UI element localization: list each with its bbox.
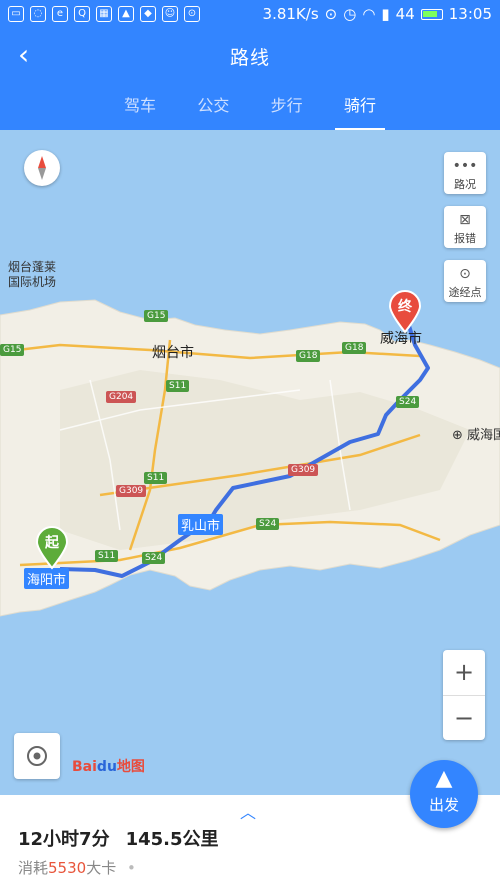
- chat-icon: ◌: [30, 6, 46, 22]
- yantai-label: 烟台市: [152, 345, 194, 361]
- road-label: S11: [166, 380, 190, 392]
- battery-icon: [420, 8, 443, 20]
- road-label: S11: [95, 550, 119, 562]
- calorie-prefix: 消耗: [18, 859, 49, 877]
- zoom-in-button[interactable]: +: [443, 650, 485, 696]
- waypoint-button[interactable]: ⊙ 途经点: [444, 260, 486, 302]
- road-label: S24: [142, 552, 166, 564]
- tab-walk[interactable]: 步行: [257, 92, 317, 126]
- alarm-icon: ◷: [343, 5, 357, 23]
- zoom-controls: + −: [443, 650, 485, 740]
- signal-strength: 44: [395, 5, 415, 23]
- wifi-icon: ◠: [362, 5, 376, 23]
- location-app-icon: ◆: [140, 6, 156, 22]
- baidu-map-logo: Baidu地图: [72, 756, 145, 776]
- calorie-suffix: 大卡: [86, 859, 117, 877]
- route-distance: 145.5公里: [125, 829, 219, 850]
- dot-separator: •: [127, 859, 136, 877]
- road-label: G309: [288, 464, 319, 476]
- grid-app-icon: ▦: [96, 6, 112, 22]
- road-label: G204: [106, 391, 137, 403]
- logo-du: du: [96, 759, 117, 775]
- end-marker-label: 终: [398, 299, 412, 315]
- road-label: S24: [256, 518, 280, 530]
- traffic-button[interactable]: ••• 路况: [444, 152, 486, 194]
- browser-icon: e: [52, 6, 68, 22]
- road-label: G15: [144, 310, 169, 322]
- calorie-info: 消耗5530大卡 •: [18, 857, 136, 878]
- report-label: 报错: [454, 232, 476, 245]
- depart-label: 出发: [428, 796, 459, 814]
- zoom-out-button[interactable]: −: [443, 696, 485, 741]
- road-label: G309: [116, 485, 147, 497]
- tab-drive[interactable]: 驾车: [110, 92, 170, 126]
- weihai-east-label: ⊕ 威海国: [452, 428, 500, 443]
- emoji-icon: ☺: [162, 6, 178, 22]
- notification-icons: ▭ ◌ e Q ▦ ▲ ◆ ☺ ⊙: [8, 6, 200, 22]
- message-icon: ▭: [8, 6, 24, 22]
- waypoint-label: 途经点: [448, 286, 482, 299]
- navigate-arrow-icon: ▲: [435, 766, 453, 791]
- chevron-up-icon[interactable]: ︿: [240, 799, 256, 823]
- airport-label: 烟台蓬莱 国际机场: [8, 260, 57, 289]
- start-marker[interactable]: 起: [35, 526, 69, 570]
- depart-button[interactable]: ▲ 出发: [410, 760, 478, 828]
- page-title: 路线: [229, 47, 270, 69]
- compass-icon[interactable]: [24, 150, 60, 186]
- road-label: G18: [296, 350, 321, 362]
- road-label: G15: [0, 344, 25, 356]
- rushan-label: 乳山市: [178, 514, 224, 535]
- network-speed: 3.81K/s: [262, 5, 319, 23]
- route-time: 12小时7分: [18, 829, 110, 850]
- search-app-icon: Q: [74, 6, 90, 22]
- clock: 13:05: [448, 5, 492, 23]
- traffic-label: 路况: [454, 178, 476, 191]
- map-canvas: [0, 299, 500, 617]
- tab-cycling[interactable]: 骑行: [330, 92, 390, 131]
- more-app-icon: ⊙: [184, 6, 200, 22]
- route-summary: 12小时7分 145.5公里: [18, 825, 235, 851]
- waypoint-icon: ⊙: [459, 266, 471, 282]
- signal-icon: ▮: [381, 5, 390, 23]
- image-icon: ▲: [118, 6, 134, 22]
- calorie-value: 5530: [48, 859, 87, 877]
- status-bar: ▭ ◌ e Q ▦ ▲ ◆ ☺ ⊙ 3.81K/s ⊙ ◷ ◠ ▮ 44 13:…: [0, 0, 500, 30]
- locate-icon: [27, 746, 47, 766]
- road-label: S24: [396, 396, 420, 408]
- report-button[interactable]: ⊠ 报错: [444, 206, 486, 248]
- logo-bai: Bai: [72, 759, 97, 775]
- logo-map: 地图: [116, 759, 145, 775]
- road-label: S11: [144, 472, 168, 484]
- locate-button[interactable]: [14, 733, 60, 779]
- header: ‹ 路线 驾车 公交 步行 骑行: [0, 30, 500, 131]
- report-icon: ⊠: [459, 212, 471, 228]
- start-marker-label: 起: [45, 535, 59, 551]
- location-icon: ⊙: [324, 5, 338, 23]
- map-view[interactable]: ••• 路况 ⊠ 报错 ⊙ 途经点 烟台蓬莱 国际机场 烟台市 威海市 ⊕ 威海…: [0, 130, 500, 795]
- road-label: G18: [342, 342, 367, 354]
- tab-transit[interactable]: 公交: [183, 92, 243, 126]
- route-mode-tabs: 驾车 公交 步行 骑行: [110, 92, 390, 131]
- traffic-icon: •••: [452, 158, 478, 174]
- haiyang-label: 海阳市: [24, 568, 70, 589]
- end-marker[interactable]: 终: [388, 290, 422, 334]
